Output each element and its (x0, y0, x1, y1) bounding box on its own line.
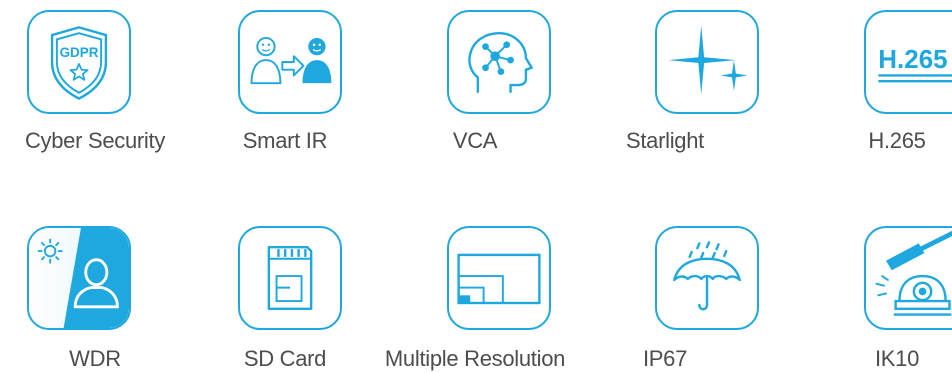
feature-label: H.265 (868, 128, 926, 153)
feature-label: Starlight (625, 128, 704, 153)
feature-label: IK10 (874, 346, 920, 371)
feature-label: Cyber Security (24, 128, 166, 153)
feature-label: Multiple Resolution (384, 346, 566, 371)
feature-ik10: IK10 (762, 212, 952, 371)
wdr-icon (27, 226, 131, 330)
smart-ir-icon (238, 10, 342, 114)
h265-icon: H.265 (864, 10, 952, 114)
svg-text:GDPR: GDPR (60, 45, 99, 60)
svg-text:H.265: H.265 (878, 44, 947, 74)
feature-wdr: WDR (0, 212, 190, 371)
umbrella-rain-icon (655, 226, 759, 330)
feature-cyber-security: GDPR Cyber Security (0, 0, 190, 160)
feature-label: Smart IR (242, 128, 328, 153)
feature-ip67: IP67 (570, 212, 760, 371)
sd-card-icon (238, 226, 342, 330)
multiple-resolution-icon (447, 226, 551, 330)
vca-head-icon (447, 10, 551, 114)
feature-label: VCA (452, 128, 498, 153)
hammer-dome-icon (864, 226, 952, 330)
feature-h265: H.265 H.265 (762, 0, 952, 160)
feature-multiple-resolution: Multiple Resolution (380, 212, 570, 371)
feature-label: IP67 (642, 346, 688, 371)
feature-starlight: Starlight (570, 0, 760, 160)
feature-label: SD Card (243, 346, 327, 371)
feature-smart-ir: Smart IR (190, 0, 380, 160)
feature-label: WDR (69, 346, 121, 371)
feature-vca: VCA (380, 0, 570, 160)
gdpr-shield-icon: GDPR (27, 10, 131, 114)
starlight-icon (655, 10, 759, 114)
feature-sd-card: SD Card (190, 212, 380, 371)
